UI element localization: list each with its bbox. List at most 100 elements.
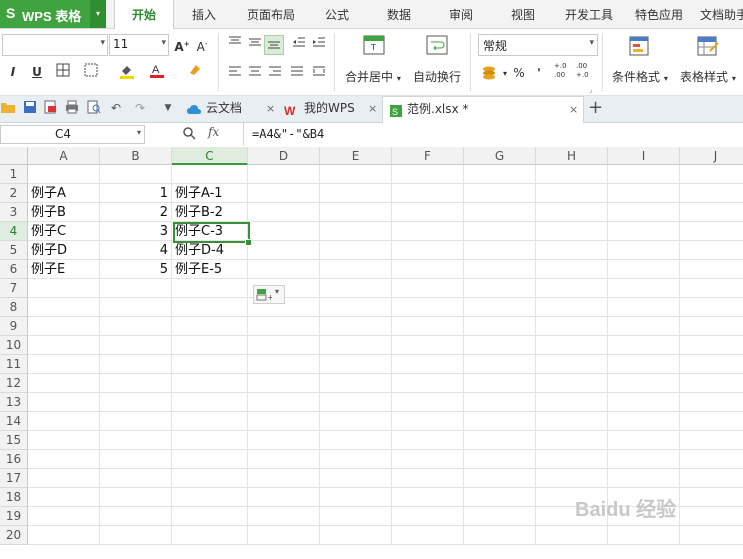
tab-view[interactable]: 视图 <box>500 0 546 28</box>
align-center-icon[interactable] <box>246 64 264 82</box>
cell-g8[interactable] <box>464 298 536 317</box>
cell-g9[interactable] <box>464 317 536 336</box>
align-bottom-icon[interactable] <box>264 35 284 55</box>
cell-f9[interactable] <box>392 317 464 336</box>
cell-e4[interactable] <box>320 222 392 241</box>
tab-data[interactable]: 数据 <box>376 0 422 28</box>
number-format-dialog-icon[interactable]: ⌟ <box>589 86 592 94</box>
cell-a9[interactable] <box>28 317 100 336</box>
cell-c13[interactable] <box>172 393 248 412</box>
cell-j4[interactable] <box>680 222 743 241</box>
cell-f10[interactable] <box>392 336 464 355</box>
row-header-7[interactable]: 7 <box>0 279 28 298</box>
cell-b17[interactable] <box>100 469 172 488</box>
cell-i15[interactable] <box>608 431 680 450</box>
cell-b6[interactable]: 5 <box>100 260 172 279</box>
font-size-select[interactable]: 11 ▾ <box>109 34 169 56</box>
table-style-button[interactable]: 表格样式 ▾ <box>676 33 743 91</box>
cell-a3[interactable]: 例子B <box>28 203 100 222</box>
cell-e1[interactable] <box>320 165 392 184</box>
row-header-4[interactable]: 4 <box>0 222 28 241</box>
cell-f16[interactable] <box>392 450 464 469</box>
cell-d5[interactable] <box>248 241 320 260</box>
auto-wrap-button[interactable]: 自动换行 <box>410 33 466 91</box>
cell-b16[interactable] <box>100 450 172 469</box>
cell-a2[interactable]: 例子A <box>28 184 100 203</box>
align-top-icon[interactable] <box>226 35 244 53</box>
row-header-17[interactable]: 17 <box>0 469 28 488</box>
cell-g13[interactable] <box>464 393 536 412</box>
cell-e14[interactable] <box>320 412 392 431</box>
cell-j8[interactable] <box>680 298 743 317</box>
cell-h11[interactable] <box>536 355 608 374</box>
cell-j11[interactable] <box>680 355 743 374</box>
distributed-align-icon[interactable] <box>310 64 328 82</box>
cell-j16[interactable] <box>680 450 743 469</box>
cell-g5[interactable] <box>464 241 536 260</box>
row-header-10[interactable]: 10 <box>0 336 28 355</box>
cell-e5[interactable] <box>320 241 392 260</box>
customize-toolbar-icon[interactable]: ▼ <box>160 100 176 116</box>
tab-doc-assistant[interactable]: 文档助手 <box>700 0 743 28</box>
row-header-19[interactable]: 19 <box>0 507 28 526</box>
cell-b2[interactable]: 1 <box>100 184 172 203</box>
cell-a11[interactable] <box>28 355 100 374</box>
cell-h12[interactable] <box>536 374 608 393</box>
cell-i11[interactable] <box>608 355 680 374</box>
increase-indent-icon[interactable] <box>310 35 328 53</box>
cell-c5[interactable]: 例子D-4 <box>172 241 248 260</box>
cell-f19[interactable] <box>392 507 464 526</box>
cell-f17[interactable] <box>392 469 464 488</box>
cell-b7[interactable] <box>100 279 172 298</box>
cell-g4[interactable] <box>464 222 536 241</box>
column-header-b[interactable]: B <box>100 147 172 165</box>
print-preview-icon[interactable] <box>86 100 102 116</box>
cell-g20[interactable] <box>464 526 536 545</box>
cell-e6[interactable] <box>320 260 392 279</box>
cell-c18[interactable] <box>172 488 248 507</box>
cell-j19[interactable] <box>680 507 743 526</box>
doc-tab-cloud[interactable]: 云文档 × <box>184 96 276 121</box>
cell-d18[interactable] <box>248 488 320 507</box>
cell-f8[interactable] <box>392 298 464 317</box>
cell-g16[interactable] <box>464 450 536 469</box>
row-header-14[interactable]: 14 <box>0 412 28 431</box>
cell-e2[interactable] <box>320 184 392 203</box>
cell-d13[interactable] <box>248 393 320 412</box>
cell-d15[interactable] <box>248 431 320 450</box>
decrease-indent-icon[interactable] <box>290 35 308 53</box>
tab-formulas[interactable]: 公式 <box>314 0 360 28</box>
align-right-icon[interactable] <box>266 64 284 82</box>
cell-g11[interactable] <box>464 355 536 374</box>
cell-e8[interactable] <box>320 298 392 317</box>
save-icon[interactable] <box>22 100 38 116</box>
cell-f15[interactable] <box>392 431 464 450</box>
cell-i8[interactable] <box>608 298 680 317</box>
column-header-i[interactable]: I <box>608 147 680 165</box>
column-header-a[interactable]: A <box>28 147 100 165</box>
doc-tab-my-wps[interactable]: W 我的WPS × <box>282 96 378 121</box>
cell-b15[interactable] <box>100 431 172 450</box>
cell-b13[interactable] <box>100 393 172 412</box>
close-tab-icon[interactable]: × <box>266 96 275 121</box>
cell-b14[interactable] <box>100 412 172 431</box>
cell-b4[interactable]: 3 <box>100 222 172 241</box>
cell-e7[interactable] <box>320 279 392 298</box>
cell-h1[interactable] <box>536 165 608 184</box>
cell-j2[interactable] <box>680 184 743 203</box>
cell-i4[interactable] <box>608 222 680 241</box>
cell-e18[interactable] <box>320 488 392 507</box>
cell-a12[interactable] <box>28 374 100 393</box>
cell-j9[interactable] <box>680 317 743 336</box>
cell-a18[interactable] <box>28 488 100 507</box>
cell-c15[interactable] <box>172 431 248 450</box>
cell-h10[interactable] <box>536 336 608 355</box>
cell-h7[interactable] <box>536 279 608 298</box>
cell-c14[interactable] <box>172 412 248 431</box>
cell-b11[interactable] <box>100 355 172 374</box>
fill-handle[interactable] <box>245 239 252 246</box>
cell-d2[interactable] <box>248 184 320 203</box>
cell-j3[interactable] <box>680 203 743 222</box>
cell-e3[interactable] <box>320 203 392 222</box>
zoom-search-icon[interactable] <box>182 126 196 143</box>
